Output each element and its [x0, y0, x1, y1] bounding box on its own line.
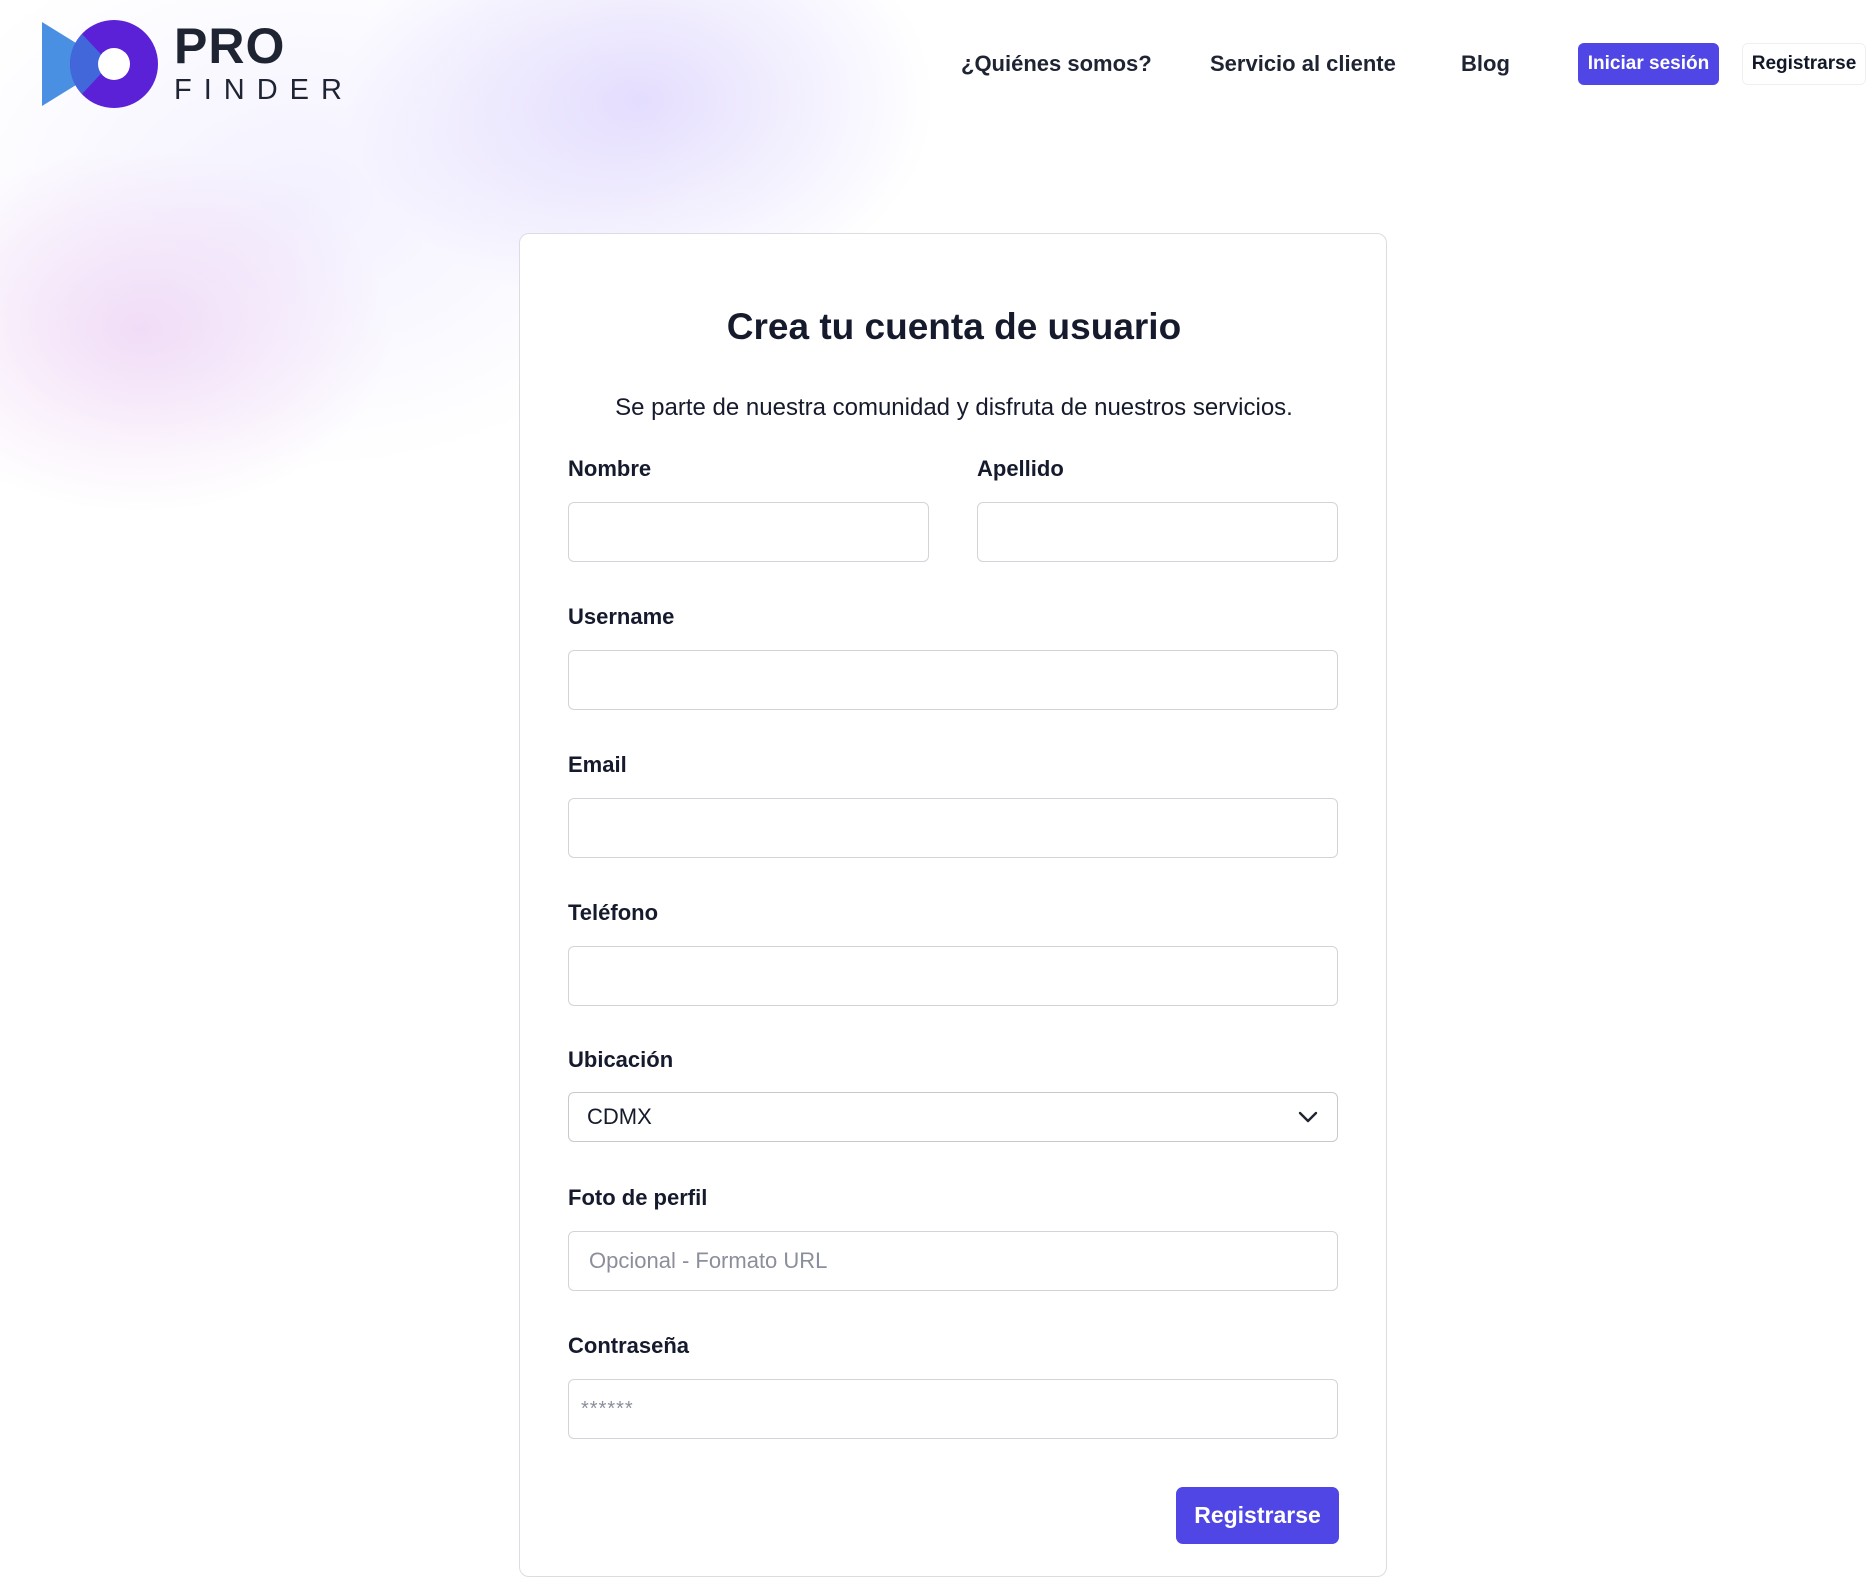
nav-support-link[interactable]: Servicio al cliente — [1210, 51, 1396, 77]
first-name-label: Nombre — [568, 456, 652, 481]
username-label: Username — [568, 604, 675, 629]
page-title: Crea tu cuenta de usuario — [726, 306, 1182, 347]
site-header: PRO FINDER ¿Quiénes somos? Servicio al c… — [0, 0, 1874, 130]
login-button[interactable]: Iniciar sesión — [1578, 43, 1719, 85]
page-subtitle: Se parte de nuestra comunidad y disfruta… — [615, 394, 1293, 421]
nav-blog-link[interactable]: Blog — [1461, 51, 1510, 77]
last-name-input[interactable] — [977, 502, 1338, 562]
first-name-input[interactable] — [568, 502, 929, 562]
last-name-label: Apellido — [977, 456, 1064, 481]
chevron-down-icon — [1298, 1111, 1318, 1123]
username-input[interactable] — [568, 650, 1338, 710]
phone-label: Teléfono — [568, 900, 659, 925]
phone-input[interactable] — [568, 946, 1338, 1006]
nav-register-button[interactable]: Registrarse — [1742, 43, 1866, 85]
photo-label: Foto de perfil — [568, 1185, 708, 1210]
email-label: Email — [568, 752, 627, 777]
signup-card: Crea tu cuenta de usuario Se parte de nu… — [519, 233, 1387, 1577]
main-nav: ¿Quiénes somos? Servicio al cliente Blog… — [0, 43, 1874, 85]
location-label: Ubicación — [568, 1047, 674, 1072]
photo-url-input[interactable] — [568, 1231, 1338, 1291]
password-label: Contraseña — [568, 1333, 690, 1358]
location-selected-value: CDMX — [587, 1104, 652, 1129]
password-input[interactable] — [568, 1379, 1338, 1439]
nav-about-link[interactable]: ¿Quiénes somos? — [961, 51, 1152, 77]
register-submit-button[interactable]: Registrarse — [1176, 1487, 1339, 1544]
email-input[interactable] — [568, 798, 1338, 858]
location-select[interactable]: CDMX — [568, 1092, 1338, 1142]
